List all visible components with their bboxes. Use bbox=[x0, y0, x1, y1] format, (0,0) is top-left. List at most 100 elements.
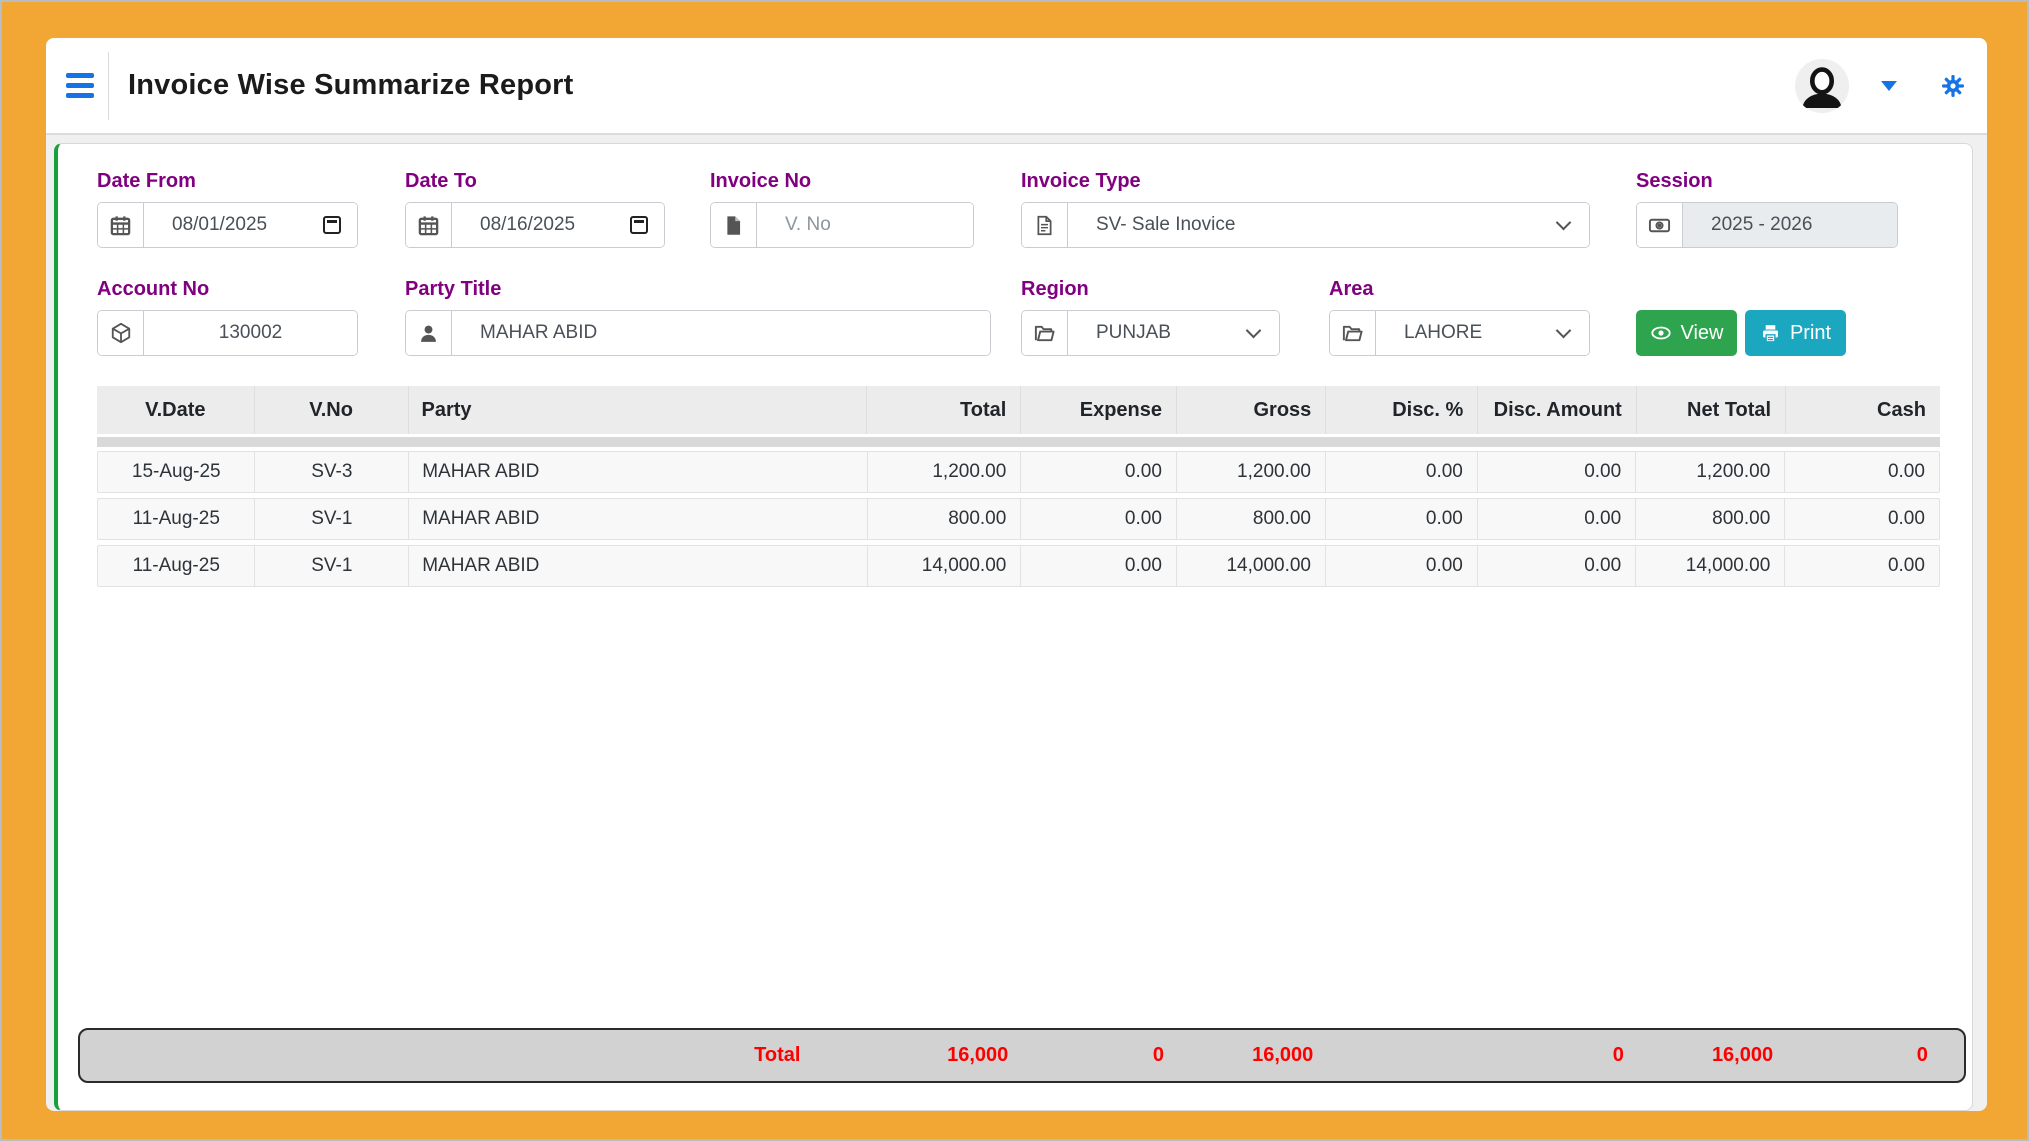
cell-net-total: 1,200.00 bbox=[1635, 452, 1784, 492]
totals-net-total: 16,000 bbox=[1638, 1044, 1787, 1067]
date-to-label: Date To bbox=[405, 170, 665, 193]
column-header: Net Total bbox=[1636, 386, 1785, 434]
table-subheader-strip bbox=[97, 437, 1940, 447]
report-table: V.Date V.No Party Total Expense Gross Di… bbox=[97, 386, 1940, 592]
date-from-input[interactable]: 08/01/2025 bbox=[144, 203, 357, 247]
invoice-type-field: Invoice Type SV- Sale Inovice bbox=[1021, 170, 1590, 248]
cell-cash: 0.00 bbox=[1784, 546, 1939, 586]
cell-vdate: 11-Aug-25 bbox=[98, 499, 254, 539]
cell-expense: 0.00 bbox=[1020, 546, 1176, 586]
cell-party: MAHAR ABID bbox=[408, 546, 866, 586]
header-divider bbox=[108, 52, 109, 120]
cell-gross: 1,200.00 bbox=[1176, 452, 1325, 492]
cell-disc-pct: 0.00 bbox=[1325, 452, 1477, 492]
cash-icon bbox=[1637, 203, 1683, 247]
party-title-field: Party Title MAHAR ABID bbox=[405, 278, 991, 356]
top-bar: Invoice Wise Summarize Report bbox=[46, 38, 1987, 135]
party-title-label: Party Title bbox=[405, 278, 991, 301]
column-header: Total bbox=[866, 386, 1020, 434]
cell-total: 14,000.00 bbox=[867, 546, 1021, 586]
column-header: Disc. % bbox=[1325, 386, 1477, 434]
hamburger-menu-icon[interactable] bbox=[58, 69, 102, 102]
print-button[interactable]: Print bbox=[1745, 310, 1846, 356]
area-select[interactable]: LAHORE bbox=[1376, 311, 1589, 355]
cell-vno: SV-3 bbox=[254, 452, 408, 492]
table-header-row: V.Date V.No Party Total Expense Gross Di… bbox=[97, 386, 1940, 434]
session-label: Session bbox=[1636, 170, 1898, 193]
invoice-type-select[interactable]: SV- Sale Inovice bbox=[1068, 203, 1589, 247]
filter-row-2: Account No 130002 Party Title bbox=[97, 278, 1930, 356]
date-picker-icon[interactable] bbox=[323, 216, 341, 234]
session-value: 2025 - 2026 bbox=[1683, 203, 1897, 247]
invoice-type-label: Invoice Type bbox=[1021, 170, 1590, 193]
totals-disc-pct bbox=[1327, 1044, 1479, 1067]
column-header: V.No bbox=[254, 386, 408, 434]
account-no-label: Account No bbox=[97, 278, 358, 301]
totals-label: Total bbox=[410, 1044, 869, 1067]
date-to-input[interactable]: 08/16/2025 bbox=[452, 203, 664, 247]
person-avatar-icon bbox=[1795, 59, 1849, 113]
invoice-no-field: Invoice No bbox=[710, 170, 974, 248]
cell-gross: 14,000.00 bbox=[1176, 546, 1325, 586]
folder-open-icon bbox=[1022, 311, 1068, 355]
box-icon bbox=[98, 311, 144, 355]
totals-bar: Total 16,000 0 16,000 0 16,000 0 bbox=[78, 1028, 1966, 1083]
column-header: Gross bbox=[1176, 386, 1325, 434]
profile-caret-down-icon[interactable] bbox=[1881, 81, 1897, 91]
filter-row-1: Date From 08/01/2025 bbox=[97, 170, 1930, 248]
column-header: Cash bbox=[1785, 386, 1940, 434]
app-container: Invoice Wise Summarize Report bbox=[46, 38, 1987, 1111]
region-field: Region PUNJAB bbox=[1021, 278, 1280, 356]
totals-gross: 16,000 bbox=[1178, 1044, 1327, 1067]
invoice-no-label: Invoice No bbox=[710, 170, 974, 193]
cell-disc-pct: 0.00 bbox=[1325, 499, 1477, 539]
date-to-field: Date To 08/16/2025 bbox=[405, 170, 665, 248]
area-field: Area LAHORE bbox=[1329, 278, 1590, 356]
region-select[interactable]: PUNJAB bbox=[1068, 311, 1279, 355]
column-header: Party bbox=[408, 386, 867, 434]
totals-total: 16,000 bbox=[868, 1044, 1022, 1067]
cell-expense: 0.00 bbox=[1020, 452, 1176, 492]
column-header: Expense bbox=[1020, 386, 1176, 434]
settings-gear-icon[interactable] bbox=[1941, 74, 1965, 98]
area-label: Area bbox=[1329, 278, 1590, 301]
view-button-label: View bbox=[1681, 322, 1724, 345]
eye-icon bbox=[1650, 322, 1672, 344]
view-button[interactable]: View bbox=[1636, 310, 1737, 356]
totals-expense: 0 bbox=[1022, 1044, 1178, 1067]
date-from-label: Date From bbox=[97, 170, 358, 193]
report-card: Date From 08/01/2025 bbox=[54, 143, 1973, 1111]
table-row: 11-Aug-25 SV-1 MAHAR ABID 14,000.00 0.00… bbox=[97, 545, 1940, 587]
cell-net-total: 800.00 bbox=[1635, 499, 1784, 539]
table-row: 11-Aug-25 SV-1 MAHAR ABID 800.00 0.00 80… bbox=[97, 498, 1940, 540]
cell-vdate: 11-Aug-25 bbox=[98, 546, 254, 586]
totals-cash: 0 bbox=[1787, 1044, 1942, 1067]
window-frame: Invoice Wise Summarize Report bbox=[0, 0, 2029, 1141]
cell-cash: 0.00 bbox=[1784, 499, 1939, 539]
column-header: Disc. Amount bbox=[1477, 386, 1635, 434]
chevron-down-icon bbox=[1556, 323, 1572, 339]
chevron-down-icon bbox=[1246, 323, 1262, 339]
person-icon bbox=[406, 311, 452, 355]
party-title-input[interactable]: MAHAR ABID bbox=[452, 311, 990, 355]
totals-disc-amount: 0 bbox=[1479, 1044, 1637, 1067]
user-avatar[interactable] bbox=[1795, 59, 1849, 113]
calendar-icon bbox=[98, 203, 144, 247]
account-no-field: Account No 130002 bbox=[97, 278, 358, 356]
cell-gross: 800.00 bbox=[1176, 499, 1325, 539]
account-no-input[interactable]: 130002 bbox=[144, 311, 357, 355]
cell-disc-amount: 0.00 bbox=[1477, 499, 1635, 539]
cell-party: MAHAR ABID bbox=[408, 452, 866, 492]
column-header: V.Date bbox=[97, 386, 254, 434]
invoice-no-input[interactable] bbox=[757, 203, 974, 247]
table-row: 15-Aug-25 SV-3 MAHAR ABID 1,200.00 0.00 … bbox=[97, 451, 1940, 493]
page-title: Invoice Wise Summarize Report bbox=[128, 69, 574, 102]
date-picker-icon[interactable] bbox=[630, 216, 648, 234]
cell-disc-amount: 0.00 bbox=[1477, 546, 1635, 586]
chevron-down-icon bbox=[1556, 215, 1572, 231]
print-button-label: Print bbox=[1790, 322, 1831, 345]
date-from-field: Date From 08/01/2025 bbox=[97, 170, 358, 248]
file-text-icon bbox=[1022, 203, 1068, 247]
cell-vdate: 15-Aug-25 bbox=[98, 452, 254, 492]
cell-expense: 0.00 bbox=[1020, 499, 1176, 539]
